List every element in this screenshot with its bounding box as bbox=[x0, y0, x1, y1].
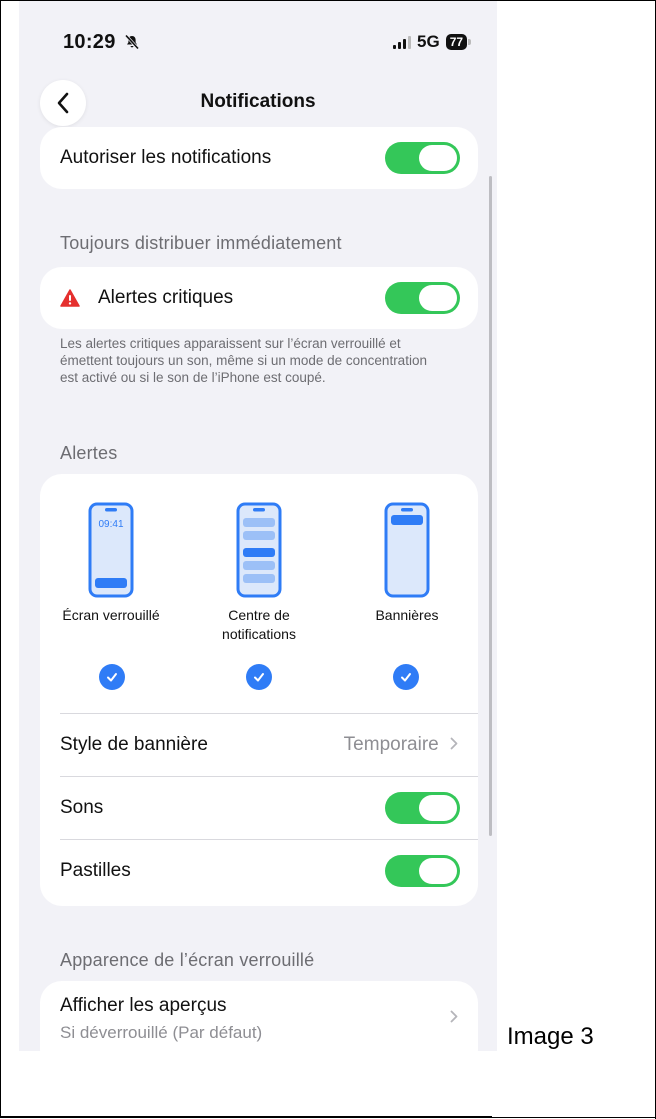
sounds-toggle[interactable] bbox=[385, 792, 460, 824]
banner-style-label: Style de bannière bbox=[60, 734, 208, 755]
warning-icon bbox=[60, 289, 80, 307]
status-time: 10:29 bbox=[63, 31, 140, 54]
banner-style-row[interactable]: Style de bannière Temporaire bbox=[40, 714, 478, 776]
alerts-header: Alertes bbox=[60, 443, 118, 463]
frame-edge-bottom bbox=[0, 1117, 656, 1118]
bell-slash-icon bbox=[124, 34, 139, 50]
scrollbar[interactable] bbox=[489, 176, 492, 836]
status-indicators: 5G 77 bbox=[393, 32, 472, 52]
notification-center-checkmark[interactable] bbox=[246, 664, 272, 690]
notification-center-phone-icon bbox=[236, 502, 282, 598]
allow-notifications-toggle[interactable] bbox=[385, 142, 460, 174]
alert-style-banners[interactable]: Bannières bbox=[337, 502, 477, 625]
sounds-label: Sons bbox=[60, 797, 104, 818]
badges-label: Pastilles bbox=[60, 860, 131, 881]
cellular-signal-icon bbox=[393, 35, 411, 49]
allow-notifications-card: Autoriser les notifications bbox=[40, 127, 478, 189]
battery-icon: 77 bbox=[445, 34, 472, 50]
badges-row: Pastilles bbox=[40, 840, 478, 902]
lock-screen-checkmark[interactable] bbox=[99, 664, 125, 690]
show-previews-value: Si déverrouillé (Par défaut) bbox=[60, 1023, 263, 1042]
banners-phone-icon bbox=[384, 502, 430, 598]
page-title: Notifications bbox=[200, 91, 316, 112]
banner-style-value: Temporaire bbox=[344, 734, 458, 756]
alert-style-picker: 09:41 Écran verrouillé Centre de notific… bbox=[40, 474, 478, 704]
critical-alerts-toggle[interactable] bbox=[385, 282, 460, 314]
checkmark-icon bbox=[401, 673, 411, 682]
lock-screen-appearance-header: Apparence de l’écran verrouillé bbox=[60, 950, 315, 970]
alert-style-notification-center-label: Centre de notifications bbox=[222, 607, 296, 642]
banners-checkmark[interactable] bbox=[393, 664, 419, 690]
alerts-card: 09:41 Écran verrouillé Centre de notific… bbox=[40, 474, 478, 906]
critical-alerts-row: Alertes critiques bbox=[40, 267, 478, 329]
image-caption: Image 3 bbox=[507, 1023, 594, 1050]
badges-toggle[interactable] bbox=[385, 855, 460, 887]
critical-alerts-label: Alertes critiques bbox=[98, 287, 234, 308]
alert-style-lock-screen[interactable]: 09:41 Écran verrouillé bbox=[41, 502, 181, 625]
sounds-row: Sons bbox=[40, 777, 478, 839]
show-previews-label: Afficher les aperçus bbox=[60, 995, 227, 1016]
checkmark-icon bbox=[254, 673, 264, 682]
checkmark-icon bbox=[107, 673, 117, 682]
allow-notifications-row: Autoriser les notifications bbox=[40, 127, 478, 189]
alert-style-lock-screen-label: Écran verrouillé bbox=[62, 607, 160, 623]
deliver-immediately-header: Toujours distribuer immédiatement bbox=[60, 233, 342, 253]
critical-alerts-card: Alertes critiques bbox=[40, 267, 478, 329]
lock-screen-phone-icon: 09:41 bbox=[88, 502, 134, 598]
previews-card: Afficher les aperçus Si déverrouillé (Pa… bbox=[40, 981, 478, 1051]
chevron-right-icon bbox=[450, 1010, 458, 1023]
critical-alerts-description: Les alertes critiques apparaissent sur l… bbox=[60, 336, 427, 385]
show-previews-row[interactable]: Afficher les aperçus Si déverrouillé (Pa… bbox=[40, 981, 478, 1043]
alert-style-banners-label: Bannières bbox=[375, 607, 439, 623]
chevron-right-icon bbox=[450, 737, 458, 750]
frame-edge-top bbox=[492, 0, 655, 1]
battery-level: 77 bbox=[445, 34, 468, 50]
lock-screen-clock: 09:41 bbox=[98, 519, 123, 530]
phone-screen: 10:29 5G 77 Notifications Autoriser les … bbox=[19, 1, 497, 1051]
allow-notifications-label: Autoriser les notifications bbox=[60, 147, 272, 168]
alert-settings-list: Style de bannière Temporaire Sons Pastil… bbox=[40, 713, 478, 902]
network-type: 5G bbox=[417, 32, 440, 51]
alert-style-notification-center[interactable]: Centre de notifications bbox=[189, 502, 329, 644]
